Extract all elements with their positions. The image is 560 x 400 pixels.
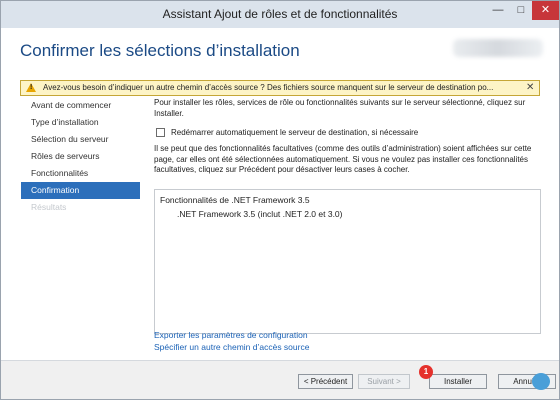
selected-features-list[interactable]: Fonctionnalités de .NET Framework 3.5 .N… <box>154 189 541 334</box>
restart-option[interactable]: Redémarrer automatiquement le serveur de… <box>156 127 536 139</box>
nav-item-selection-serveur[interactable]: Sélection du serveur <box>21 131 140 148</box>
previous-button[interactable]: < Précédent <box>298 374 353 389</box>
nav-item-resultats: Résultats <box>31 202 67 212</box>
watermark-logo-icon <box>532 373 550 390</box>
wizard-window: Assistant Ajout de rôles et de fonctionn… <box>0 0 560 400</box>
restart-checkbox-label[interactable]: Redémarrer automatiquement le serveur de… <box>171 128 418 137</box>
export-config-link[interactable]: Exporter les paramètres de configuration <box>154 330 308 340</box>
intro-text: Pour installer les rôles, services de rô… <box>154 98 526 118</box>
destination-server-redacted <box>453 39 543 57</box>
warning-close-icon[interactable]: ✕ <box>526 82 534 93</box>
minimize-button[interactable]: — <box>487 1 509 20</box>
nav-item-avant-de-commencer[interactable]: Avant de commencer <box>21 97 140 114</box>
restart-checkbox[interactable] <box>156 128 165 137</box>
close-button[interactable]: ✕ <box>532 1 559 20</box>
nav-item-roles-serveurs[interactable]: Rôles de serveurs <box>21 148 140 165</box>
nav-item-fonctionnalites[interactable]: Fonctionnalités <box>21 165 140 182</box>
install-button[interactable]: Installer <box>429 374 487 389</box>
maximize-button[interactable]: □ <box>510 1 532 20</box>
warning-icon-glyph: ! <box>30 84 33 91</box>
alternate-source-link[interactable]: Spécifier un autre chemin d’accès source <box>154 342 309 352</box>
next-button: Suivant > <box>358 374 410 389</box>
title-bar[interactable]: Assistant Ajout de rôles et de fonctionn… <box>1 1 559 28</box>
warning-icon: ! <box>26 83 36 92</box>
warning-text: Avez-vous besoin d’indiquer un autre che… <box>43 83 494 92</box>
feature-group-net35: Fonctionnalités de .NET Framework 3.5 <box>160 195 310 205</box>
warning-bar[interactable]: ! Avez-vous besoin d’indiquer un autre c… <box>20 80 540 96</box>
feature-item-net35: .NET Framework 3.5 (inclut .NET 2.0 et 3… <box>177 209 343 219</box>
window-title: Assistant Ajout de rôles et de fonctionn… <box>162 7 398 21</box>
page-title: Confirmer les sélections d’installation <box>20 41 300 60</box>
nav-item-confirmation[interactable]: Confirmation <box>21 182 140 199</box>
step-number-badge: 1 <box>419 365 433 379</box>
nav-item-type-installation[interactable]: Type d’installation <box>21 114 140 131</box>
optional-features-note: Il se peut que des fonctionnalités facul… <box>154 144 532 174</box>
